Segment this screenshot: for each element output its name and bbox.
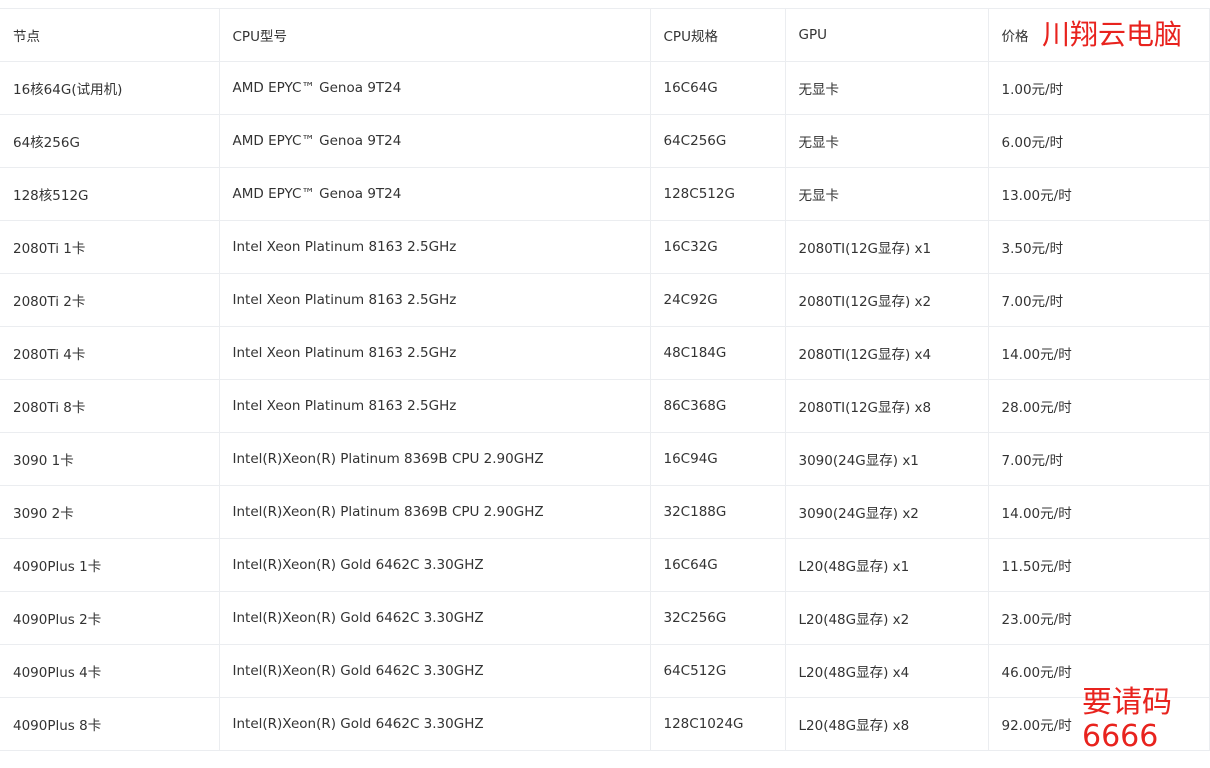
cell-node: 3090 1卡 [0, 432, 220, 486]
cell-gpu: 2080TI(12G显存) x2 [785, 273, 989, 327]
cell-cpu-spec: 64C512G [650, 644, 786, 698]
cell-price: 1.00元/时 [988, 61, 1210, 115]
cell-node: 16核64G(试用机) [0, 61, 220, 115]
cell-cpu-spec: 16C94G [650, 432, 786, 486]
cell-cpu-spec: 48C184G [650, 326, 786, 380]
cell-price: 3.50元/时 [988, 220, 1210, 274]
cell-gpu: 3090(24G显存) x2 [785, 485, 989, 539]
header-node: 节点 [0, 8, 220, 62]
header-gpu: GPU [785, 8, 989, 62]
cell-cpu-model: Intel(R)Xeon(R) Gold 6462C 3.30GHZ [219, 538, 651, 592]
header-cpu-spec: CPU规格 [650, 8, 786, 62]
table-row: 3090 1卡 Intel(R)Xeon(R) Platinum 8369B C… [0, 432, 1210, 486]
cell-node: 128核512G [0, 167, 220, 221]
cell-cpu-spec: 16C32G [650, 220, 786, 274]
cell-price: 14.00元/时 [988, 485, 1210, 539]
cell-cpu-model: Intel(R)Xeon(R) Gold 6462C 3.30GHZ [219, 644, 651, 698]
cell-gpu: L20(48G显存) x2 [785, 591, 989, 645]
cell-node: 2080Ti 4卡 [0, 326, 220, 380]
table-row: 4090Plus 2卡 Intel(R)Xeon(R) Gold 6462C 3… [0, 591, 1210, 645]
cell-gpu: 无显卡 [785, 114, 989, 168]
cell-cpu-model: Intel Xeon Platinum 8163 2.5GHz [219, 273, 651, 327]
cell-gpu: 3090(24G显存) x1 [785, 432, 989, 486]
table-row: 2080Ti 2卡 Intel Xeon Platinum 8163 2.5GH… [0, 273, 1210, 327]
pricing-page: 节点 CPU型号 CPU规格 GPU 价格 16核64G(试用机) AMD EP… [0, 0, 1210, 768]
header-row: 节点 CPU型号 CPU规格 GPU 价格 [0, 8, 1210, 62]
cell-gpu: L20(48G显存) x4 [785, 644, 989, 698]
cell-cpu-model: AMD EPYC™ Genoa 9T24 [219, 61, 651, 115]
cell-cpu-spec: 16C64G [650, 61, 786, 115]
cell-node: 4090Plus 2卡 [0, 591, 220, 645]
cell-price: 23.00元/时 [988, 591, 1210, 645]
cell-gpu: 无显卡 [785, 61, 989, 115]
cell-cpu-spec: 24C92G [650, 273, 786, 327]
cell-price: 7.00元/时 [988, 273, 1210, 327]
cell-cpu-spec: 32C188G [650, 485, 786, 539]
cell-price: 28.00元/时 [988, 379, 1210, 433]
header-cpu-model: CPU型号 [219, 8, 651, 62]
cell-cpu-model: AMD EPYC™ Genoa 9T24 [219, 114, 651, 168]
cell-gpu: L20(48G显存) x8 [785, 697, 989, 751]
cell-cpu-model: Intel(R)Xeon(R) Gold 6462C 3.30GHZ [219, 591, 651, 645]
table-row: 3090 2卡 Intel(R)Xeon(R) Platinum 8369B C… [0, 485, 1210, 539]
cell-gpu: 2080TI(12G显存) x1 [785, 220, 989, 274]
table-row: 16核64G(试用机) AMD EPYC™ Genoa 9T24 16C64G … [0, 61, 1210, 115]
cell-cpu-spec: 128C1024G [650, 697, 786, 751]
cell-cpu-model: Intel Xeon Platinum 8163 2.5GHz [219, 220, 651, 274]
table-row: 2080Ti 8卡 Intel Xeon Platinum 8163 2.5GH… [0, 379, 1210, 433]
table-row: 4090Plus 4卡 Intel(R)Xeon(R) Gold 6462C 3… [0, 644, 1210, 698]
cell-node: 2080Ti 2卡 [0, 273, 220, 327]
cell-cpu-spec: 16C64G [650, 538, 786, 592]
cell-node: 4090Plus 4卡 [0, 644, 220, 698]
cell-cpu-model: Intel Xeon Platinum 8163 2.5GHz [219, 326, 651, 380]
cell-cpu-model: Intel(R)Xeon(R) Platinum 8369B CPU 2.90G… [219, 432, 651, 486]
header-price: 价格 [988, 8, 1210, 62]
cell-price: 13.00元/时 [988, 167, 1210, 221]
cell-price: 92.00元/时 [988, 697, 1210, 751]
table-row: 64核256G AMD EPYC™ Genoa 9T24 64C256G 无显卡… [0, 114, 1210, 168]
cell-node: 64核256G [0, 114, 220, 168]
cell-gpu: L20(48G显存) x1 [785, 538, 989, 592]
cell-node: 4090Plus 1卡 [0, 538, 220, 592]
table-row: 2080Ti 4卡 Intel Xeon Platinum 8163 2.5GH… [0, 326, 1210, 380]
cell-price: 14.00元/时 [988, 326, 1210, 380]
cell-cpu-model: Intel Xeon Platinum 8163 2.5GHz [219, 379, 651, 433]
table-header: 节点 CPU型号 CPU规格 GPU 价格 [0, 8, 1210, 62]
cell-node: 2080Ti 8卡 [0, 379, 220, 433]
cell-price: 46.00元/时 [988, 644, 1210, 698]
cell-cpu-model: Intel(R)Xeon(R) Gold 6462C 3.30GHZ [219, 697, 651, 751]
cell-cpu-spec: 86C368G [650, 379, 786, 433]
cell-price: 6.00元/时 [988, 114, 1210, 168]
pricing-table: 节点 CPU型号 CPU规格 GPU 价格 16核64G(试用机) AMD EP… [0, 8, 1210, 751]
table-row: 128核512G AMD EPYC™ Genoa 9T24 128C512G 无… [0, 167, 1210, 221]
cell-node: 4090Plus 8卡 [0, 697, 220, 751]
cell-gpu: 2080TI(12G显存) x8 [785, 379, 989, 433]
table-row: 2080Ti 1卡 Intel Xeon Platinum 8163 2.5GH… [0, 220, 1210, 274]
cell-cpu-model: Intel(R)Xeon(R) Platinum 8369B CPU 2.90G… [219, 485, 651, 539]
table-row: 4090Plus 1卡 Intel(R)Xeon(R) Gold 6462C 3… [0, 538, 1210, 592]
cell-price: 11.50元/时 [988, 538, 1210, 592]
table-row: 4090Plus 8卡 Intel(R)Xeon(R) Gold 6462C 3… [0, 697, 1210, 751]
cell-price: 7.00元/时 [988, 432, 1210, 486]
cell-cpu-spec: 64C256G [650, 114, 786, 168]
cell-cpu-spec: 32C256G [650, 591, 786, 645]
cell-gpu: 2080TI(12G显存) x4 [785, 326, 989, 380]
cell-cpu-spec: 128C512G [650, 167, 786, 221]
cell-node: 2080Ti 1卡 [0, 220, 220, 274]
cell-node: 3090 2卡 [0, 485, 220, 539]
cell-cpu-model: AMD EPYC™ Genoa 9T24 [219, 167, 651, 221]
table-body: 16核64G(试用机) AMD EPYC™ Genoa 9T24 16C64G … [0, 61, 1210, 751]
cell-gpu: 无显卡 [785, 167, 989, 221]
